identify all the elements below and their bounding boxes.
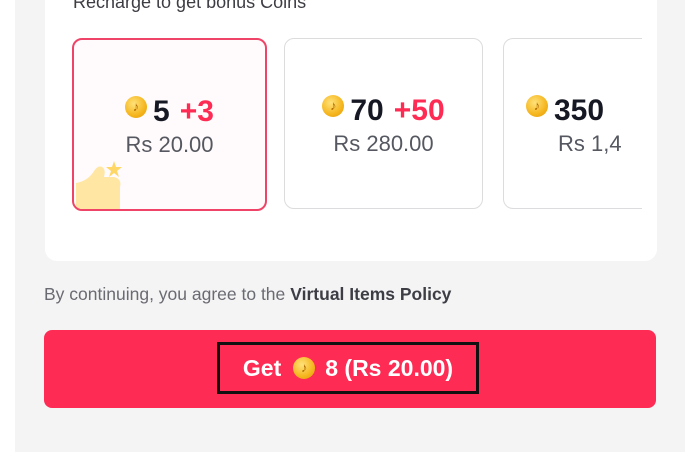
package-coins-row: 350 — [526, 94, 642, 128]
coin-icon — [293, 357, 316, 379]
package-coin-amount: 70 — [350, 94, 384, 127]
section-title: Recharge to get bonus Coins — [73, 0, 307, 12]
virtual-items-policy-link[interactable]: Virtual Items Policy — [290, 284, 451, 304]
package-coins-row: 70 +50 — [285, 94, 482, 128]
package-card-3[interactable]: 350 Rs 1,4 — [503, 38, 642, 209]
coin-icon — [526, 95, 548, 117]
get-coins-button[interactable]: Get 8 (Rs 20.00) — [44, 330, 656, 408]
package-coin-amount: 5 — [153, 95, 170, 128]
package-coins-row: 5 +3 — [74, 95, 265, 129]
get-button-amount: 8 (Rs 20.00) — [325, 354, 454, 381]
coin-icon — [125, 96, 148, 118]
package-price: Rs 1,4 — [558, 131, 622, 156]
package-price: Rs 280.00 — [333, 131, 434, 156]
package-bonus: +3 — [179, 95, 214, 128]
package-card-2[interactable]: 70 +50 Rs 280.00 — [284, 38, 483, 209]
policy-text: By continuing, you agree to the — [44, 284, 286, 304]
package-bonus: +50 — [393, 94, 445, 127]
package-card-1[interactable]: 5 +3 Rs 20.00 — [72, 38, 267, 211]
get-button-prefix: Get — [242, 354, 282, 381]
sheet-bottom-edge — [0, 452, 700, 467]
package-coin-amount: 350 — [554, 94, 605, 127]
policy-notice: By continuing, you agree to the Virtual I… — [44, 284, 451, 305]
coin-icon — [322, 95, 345, 117]
thumbs-up-icon — [76, 161, 122, 209]
recharge-card: Recharge to get bonus Coins 5 +3 Rs 20.00… — [45, 0, 657, 261]
package-price: Rs 20.00 — [125, 132, 214, 157]
get-button-label: Get 8 (Rs 20.00) — [217, 342, 479, 394]
package-list[interactable]: 5 +3 Rs 20.00 70 +50 Rs 280.00 350 Rs 1,4 — [72, 38, 642, 213]
